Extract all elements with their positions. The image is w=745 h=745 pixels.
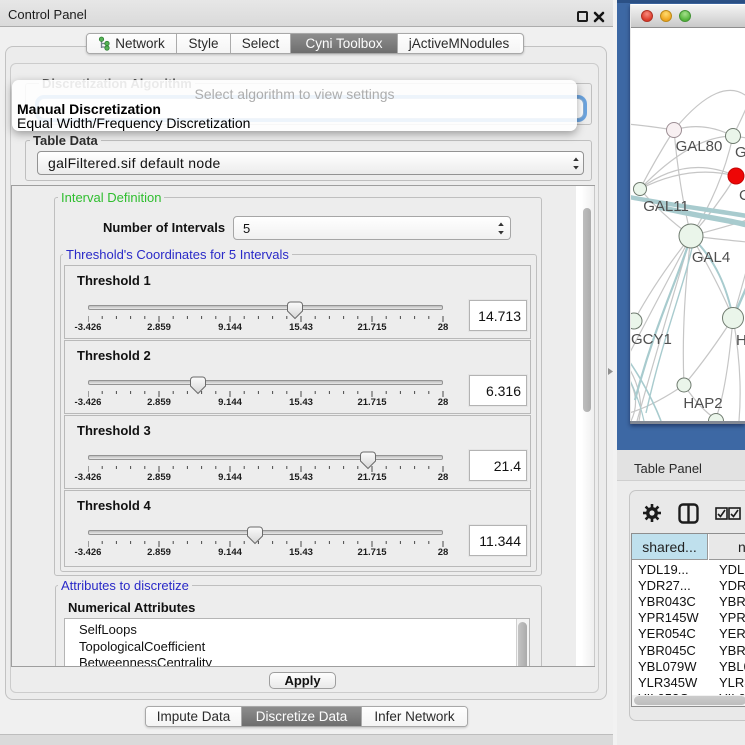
svg-text:GAL11: GAL11 xyxy=(643,198,689,215)
svg-text:GAL4: GAL4 xyxy=(692,249,730,266)
svg-text:GAL: GAL xyxy=(735,144,745,161)
svg-text:CC: CC xyxy=(739,187,745,204)
svg-text:HA: HA xyxy=(736,332,745,349)
svg-text:HAP2: HAP2 xyxy=(683,395,722,412)
svg-text:GCY1: GCY1 xyxy=(631,331,672,348)
svg-text:GAL80: GAL80 xyxy=(676,138,723,155)
